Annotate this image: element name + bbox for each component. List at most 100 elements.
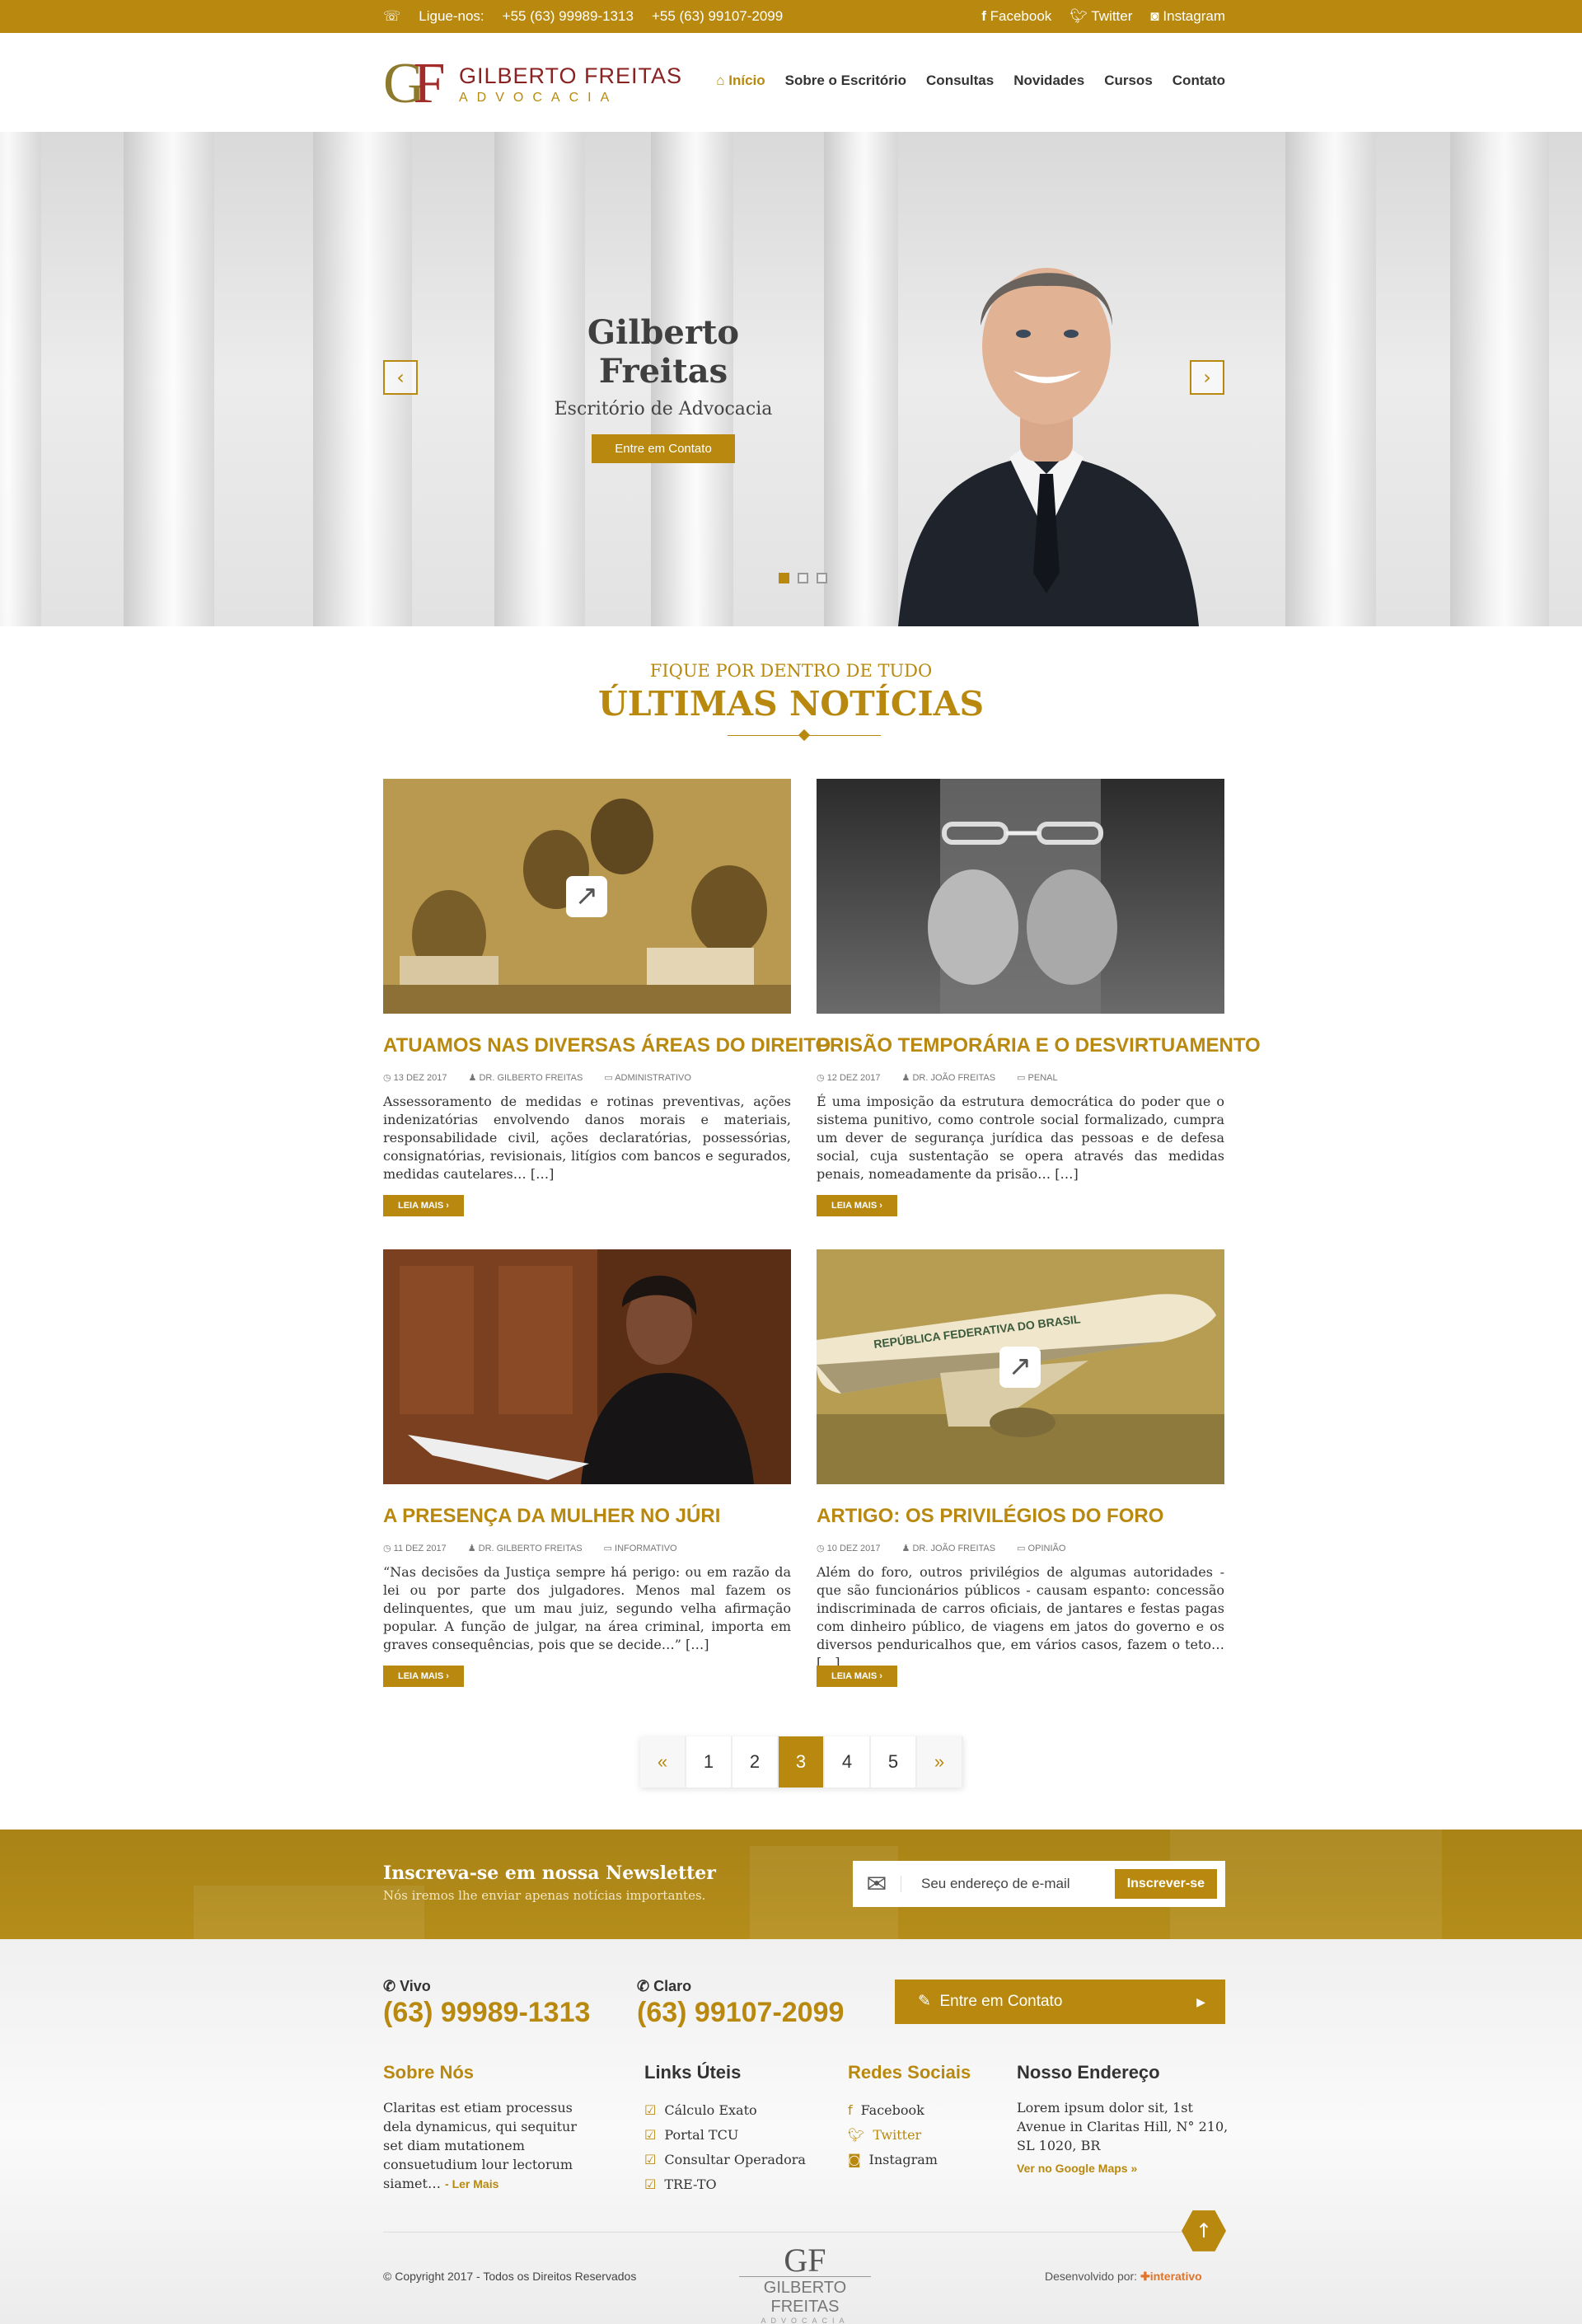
slider-prev-button[interactable]: ‹ — [383, 360, 418, 395]
useful-link[interactable]: ☑ Consultar Operadora — [644, 2148, 826, 2172]
slider-dot[interactable] — [798, 573, 808, 583]
section-title: ÚLTIMAS NOTÍCIAS — [597, 684, 985, 724]
site-logo[interactable]: GF GILBERTO FREITAS ADVOCACIA — [383, 55, 682, 113]
phone-link-2[interactable]: +55 (63) 99107-2099 — [652, 8, 783, 25]
phone-label: Ligue-nos: — [419, 8, 484, 24]
pagination-page[interactable]: 2 — [732, 1736, 779, 1788]
footer-logo[interactable]: GF GILBERTO FREITAS ADVOCACIA — [739, 2242, 871, 2324]
nav-contato[interactable]: Contato — [1172, 73, 1225, 89]
category-meta[interactable]: ▭ ADMINISTRATIVO — [604, 1072, 691, 1083]
section-kicker: FIQUE POR DENTRO DE TUDO — [649, 661, 933, 681]
folder-icon: ▭ — [603, 1544, 612, 1553]
pagination-page[interactable]: 1 — [686, 1736, 732, 1788]
social-link-facebook[interactable]: f Facebook — [848, 2098, 1004, 2123]
phone-icon: ✆ — [383, 1978, 396, 1994]
read-more-button[interactable]: LEIA MAIS › — [383, 1666, 464, 1687]
envelope-icon: ✉ — [866, 1869, 887, 1899]
main-nav: ⌂ Início Sobre o Escritório Consultas No… — [716, 73, 1225, 89]
newsletter-email-input[interactable]: Seu endereço de e-mail — [901, 1876, 1115, 1892]
news-card: PRISÃO TEMPORÁRIA E O DESVIRTUAMENTO ◷ 1… — [817, 779, 1261, 1216]
instagram-icon: ◙ — [848, 2152, 861, 2167]
hero-title: Gilberto Freitas — [587, 313, 740, 391]
date-meta: ◷ 10 DEZ 2017 — [817, 1544, 881, 1553]
newsletter-form: ✉ Seu endereço de e-mail Inscrever-se — [853, 1861, 1225, 1907]
news-title[interactable]: ARTIGO: OS PRIVILÉGIOS DO FORO — [817, 1505, 1224, 1528]
topbar-facebook-link[interactable]: f Facebook — [981, 8, 1051, 25]
facebook-icon: f — [848, 2102, 853, 2118]
external-link-icon[interactable]: ↗ — [566, 876, 607, 917]
pagination-page[interactable]: 5 — [871, 1736, 917, 1788]
social-title: Redes Sociais — [848, 2062, 971, 2083]
nav-inicio[interactable]: ⌂ Início — [716, 73, 765, 89]
phone-number[interactable]: (63) 99989-1313 — [383, 1997, 590, 2029]
about-read-more-link[interactable]: - Ler Mais — [445, 2177, 498, 2190]
phone-link-1[interactable]: +55 (63) 99989-1313 — [503, 8, 634, 25]
instagram-label: Instagram — [1163, 8, 1225, 24]
topbar-twitter-link[interactable]: 🐦︎ Twitter — [1069, 8, 1132, 25]
developer-logo[interactable]: ✚interativo — [1140, 2270, 1202, 2283]
useful-link[interactable]: ☑ Portal TCU — [644, 2123, 826, 2148]
phone-number[interactable]: (63) 99107-2099 — [637, 1997, 844, 2029]
phone-icon: ✆ — [637, 1978, 650, 1994]
pagination-page-current[interactable]: 3 — [779, 1736, 825, 1788]
nav-cursos[interactable]: Cursos — [1104, 73, 1153, 89]
category-meta[interactable]: ▭ INFORMATIVO — [604, 1543, 677, 1553]
footer-address: Nosso Endereço Lorem ipsum dolor sit, 1s… — [1017, 2062, 1231, 2175]
footer-logo-monogram: GF — [784, 2242, 826, 2279]
read-more-button[interactable]: LEIA MAIS › — [383, 1195, 464, 1216]
news-image-airplane[interactable]: REPÚBLICA FEDERATIVA DO BRASIL ↗ — [817, 1249, 1224, 1484]
caret-right-icon: ▶ — [1196, 1995, 1205, 2008]
home-icon: ⌂ — [716, 73, 725, 88]
pagination-page[interactable]: 4 — [825, 1736, 871, 1788]
logo-monogram: GF — [383, 52, 445, 115]
slider-next-button[interactable]: › — [1190, 360, 1224, 395]
social-link-twitter[interactable]: 🐦︎ Twitter — [848, 2123, 1004, 2148]
news-title[interactable]: A PRESENÇA DA MULHER NO JÚRI — [383, 1505, 791, 1528]
useful-link[interactable]: ☑ Cálculo Exato — [644, 2098, 826, 2123]
footer-logo-tagline: ADVOCACIA — [761, 2317, 850, 2324]
news-meta: ◷ 11 DEZ 2017 ♟ DR. GILBERTO FREITAS ▭ I… — [383, 1543, 791, 1553]
footer-contact-button[interactable]: ✎ Entre em Contato ▶ — [895, 1980, 1225, 2024]
hero-contact-button[interactable]: Entre em Contato — [592, 434, 735, 463]
facebook-icon: f — [981, 8, 986, 24]
category-meta[interactable]: ▭ PENAL — [1017, 1072, 1058, 1083]
developer-credit: Desenvolvido por: ✚interativo — [1045, 2270, 1202, 2284]
news-image-meeting[interactable]: ↗ — [383, 779, 791, 1014]
useful-link[interactable]: ☑ TRE-TO — [644, 2172, 826, 2197]
links-title: Links Úteis — [644, 2062, 742, 2083]
clock-icon: ◷ — [817, 1544, 825, 1553]
news-image-handcuffs[interactable] — [817, 779, 1224, 1014]
social-link-instagram[interactable]: ◙ Instagram — [848, 2148, 1004, 2172]
google-maps-link[interactable]: Ver no Google Maps » — [1017, 2162, 1231, 2175]
footer-social: Redes Sociais f Facebook 🐦︎ Twitter ◙ Insta… — [848, 2062, 1004, 2172]
checkbox-icon: ☑ — [644, 2152, 657, 2167]
date-meta: ◷ 13 DEZ 2017 — [383, 1073, 447, 1083]
nav-novidades[interactable]: Novidades — [1013, 73, 1084, 89]
footer-links: Links Úteis ☑ Cálculo Exato ☑ Portal TCU ☑… — [644, 2062, 826, 2197]
slider-dot[interactable] — [779, 573, 789, 583]
news-image-judge[interactable] — [383, 1249, 791, 1484]
contact-claro: ✆ Claro (63) 99107-2099 — [637, 1978, 845, 2029]
pagination-next[interactable]: » — [917, 1736, 963, 1788]
checkbox-icon: ☑ — [644, 2127, 657, 2143]
slider-dot[interactable] — [817, 573, 827, 583]
category-meta[interactable]: ▭ OPINIÃO — [1017, 1543, 1065, 1553]
topbar-instagram-link[interactable]: ◙ Instagram — [1150, 8, 1225, 25]
read-more-button[interactable]: LEIA MAIS › — [817, 1666, 897, 1687]
footer-about: Sobre Nós Claritas est etiam processus d… — [383, 2062, 597, 2194]
read-more-button[interactable]: LEIA MAIS › — [817, 1195, 897, 1216]
footer-logo-name: GILBERTO FREITAS — [739, 2276, 871, 2317]
news-meta: ◷ 13 DEZ 2017 ♟ DR. GILBERTO FREITAS ▭ A… — [383, 1072, 791, 1083]
nav-sobre[interactable]: Sobre o Escritório — [785, 73, 906, 89]
slider-dots — [779, 573, 827, 583]
user-icon: ♟ — [901, 1073, 910, 1083]
news-title[interactable]: PRISÃO TEMPORÁRIA E O DESVIRTUAMENTO — [817, 1034, 1261, 1057]
nav-consultas[interactable]: Consultas — [926, 73, 994, 89]
newsletter-subscribe-button[interactable]: Inscrever-se — [1114, 1869, 1217, 1899]
pagination-prev[interactable]: « — [640, 1736, 686, 1788]
external-link-icon[interactable]: ↗ — [999, 1347, 1041, 1388]
news-title[interactable]: ATUAMOS NAS DIVERSAS ÁREAS DO DIREITO — [383, 1034, 831, 1057]
address-text: Lorem ipsum dolor sit, 1st Avenue in Cla… — [1017, 2100, 1229, 2153]
address-title: Nosso Endereço — [1017, 2062, 1160, 2083]
copyright: © Copyright 2017 - Todos os Direitos Res… — [383, 2270, 637, 2283]
